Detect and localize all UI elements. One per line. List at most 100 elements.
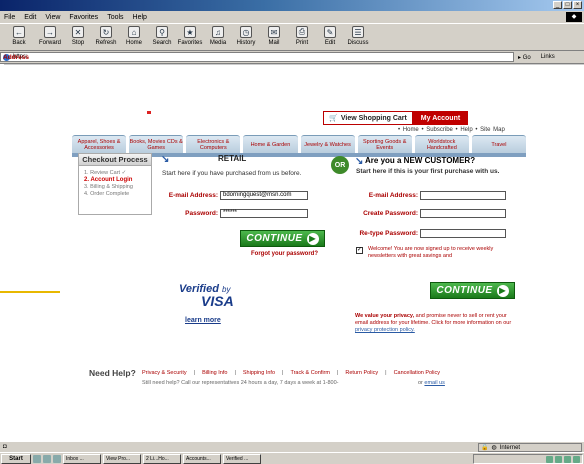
- menu-tools[interactable]: Tools: [107, 14, 123, 21]
- view-cart-button[interactable]: 🛒 View Shopping Cart: [323, 111, 413, 125]
- window-controls: _ □ ×: [553, 1, 582, 9]
- login-email-label: E-mail Address:: [168, 192, 218, 199]
- register-email-input[interactable]: [420, 191, 506, 200]
- favorites-button[interactable]: ★ Favorites: [176, 24, 204, 51]
- login-continue-button[interactable]: CONTINUE ▶: [240, 230, 325, 247]
- media-button[interactable]: ♫ Media: [204, 24, 232, 51]
- nav-tab-sporting[interactable]: Sporting Goods & Events: [357, 135, 412, 153]
- history-icon: ◷: [240, 26, 252, 38]
- checkout-process-title: Checkout Process: [79, 154, 151, 166]
- email-us-link[interactable]: email us: [424, 380, 444, 386]
- mail-button[interactable]: ✉ Mail: [260, 24, 288, 51]
- home-icon: ⌂: [128, 26, 140, 38]
- history-button[interactable]: ◷ History: [232, 24, 260, 51]
- step-review-cart[interactable]: 1. Review Cart ✓: [79, 170, 151, 177]
- page-divider: [4, 64, 584, 65]
- taskbar-item[interactable]: View Pro...: [103, 453, 141, 464]
- star-icon: ★: [184, 26, 196, 38]
- menu-view[interactable]: View: [45, 14, 60, 21]
- quicklaunch-icon[interactable]: [33, 454, 41, 463]
- learn-more-link[interactable]: learn more: [185, 317, 221, 324]
- minimize-button[interactable]: _: [553, 1, 562, 9]
- close-button[interactable]: ×: [573, 1, 582, 9]
- my-account-button[interactable]: My Account: [413, 111, 468, 125]
- step-account-login: 2. Account Login: [84, 177, 133, 183]
- menu-help[interactable]: Help: [133, 14, 147, 21]
- forgot-password-link[interactable]: Forgot your password?: [251, 251, 318, 257]
- taskbar-item[interactable]: Verified ...: [223, 453, 261, 464]
- or-badge: OR: [331, 156, 349, 174]
- quicklaunch-icon[interactable]: [43, 454, 51, 463]
- top-links[interactable]: • Home • Subscribe • Help • Site Map: [398, 127, 505, 133]
- print-button[interactable]: ⎙ Print: [288, 24, 316, 51]
- media-icon: ♫: [212, 26, 224, 38]
- status-bar: ◘ 🔒 ◍ Internet: [0, 441, 584, 452]
- back-button[interactable]: ← Back: [2, 24, 36, 51]
- tray-icon[interactable]: [564, 455, 571, 463]
- address-input[interactable]: https:: [0, 52, 514, 62]
- menu-file[interactable]: File: [4, 14, 15, 21]
- tray-icon[interactable]: [555, 455, 562, 463]
- footer-link-billing[interactable]: Billing Info: [202, 370, 227, 376]
- nav-tab-worldstock[interactable]: Worldstock Handcrafted: [414, 135, 469, 153]
- returning-chevron-icon: ↘: [161, 154, 170, 165]
- site-logo[interactable]: [147, 111, 151, 114]
- taskbar: Start Inbox ... View Pro... 2 Li...Ho...…: [0, 452, 584, 464]
- footer-link-return[interactable]: Return Policy: [345, 370, 378, 376]
- menu-favorites[interactable]: Favorites: [69, 14, 98, 21]
- step-order-complete: 4. Order Complete: [84, 191, 130, 197]
- ie-logo-icon: ◆: [566, 12, 582, 22]
- refresh-icon: ↻: [100, 26, 112, 38]
- nav-tab-home-garden[interactable]: Home & Garden: [243, 135, 298, 153]
- retype-password-input[interactable]: [420, 229, 506, 238]
- quicklaunch-icon[interactable]: [53, 454, 61, 463]
- edit-button[interactable]: ✎ Edit: [316, 24, 344, 51]
- browser-toolbar: ← Back → Forward ✕ Stop ↻ Refresh ⌂ Home ⚲ Sea…: [0, 23, 584, 51]
- home-button[interactable]: ⌂ Home: [120, 24, 148, 51]
- discuss-button[interactable]: ☰ Discuss: [344, 24, 372, 51]
- new-customer-subheading: Start here if this is your first purchas…: [356, 168, 500, 175]
- nav-tab-apparel[interactable]: Apparel, Shoes & Accessories: [72, 135, 127, 153]
- maximize-button[interactable]: □: [563, 1, 572, 9]
- create-password-input[interactable]: [420, 209, 506, 218]
- footer-link-privacy[interactable]: Privacy & Security: [142, 370, 187, 376]
- discuss-icon: ☰: [352, 26, 364, 38]
- newsletter-checkbox[interactable]: ✓: [356, 247, 363, 254]
- footer-link-cancellation[interactable]: Cancellation Policy: [394, 370, 440, 376]
- retype-password-label: Re-type Password:: [359, 230, 418, 237]
- address-bar: Address https: ▸ Go Links: [0, 51, 584, 64]
- register-continue-button[interactable]: CONTINUE ▶: [430, 282, 515, 299]
- search-icon: ⚲: [156, 26, 168, 38]
- nav-tab-books[interactable]: Books, Movies CDs & Games: [129, 135, 184, 153]
- menu-edit[interactable]: Edit: [24, 14, 36, 21]
- arrow-right-icon: ▶: [496, 284, 509, 297]
- tray-icon[interactable]: [546, 455, 553, 463]
- nav-tab-electronics[interactable]: Electronics & Computers: [186, 135, 241, 153]
- footer-link-shipping[interactable]: Shipping Info: [243, 370, 275, 376]
- search-button[interactable]: ⚲ Search: [148, 24, 176, 51]
- footer-links: Privacy & Security | Billing Info | Shippi…: [142, 370, 441, 376]
- login-password-input[interactable]: ******: [220, 209, 308, 218]
- tray-icon[interactable]: [573, 455, 580, 463]
- page-status-icon: ◘: [3, 444, 7, 450]
- privacy-policy-link[interactable]: privacy protection policy.: [355, 327, 415, 333]
- stop-button[interactable]: ✕ Stop: [64, 24, 92, 51]
- nav-tab-travel[interactable]: Travel: [471, 135, 526, 153]
- links-button[interactable]: Links: [541, 54, 555, 60]
- taskbar-item[interactable]: 2 Li...Ho...: [143, 453, 181, 464]
- taskbar-item[interactable]: Accounts...: [183, 453, 221, 464]
- go-button[interactable]: ▸ Go: [518, 54, 531, 61]
- nav-tab-jewelry[interactable]: Jewelry & Watches: [300, 135, 355, 153]
- start-button[interactable]: Start: [1, 453, 31, 464]
- address-label: Address: [3, 53, 30, 61]
- mail-icon: ✉: [268, 26, 280, 38]
- login-email-input[interactable]: bdorningquest@msn.com: [220, 191, 308, 200]
- footer-link-track[interactable]: Track & Confirm: [290, 370, 330, 376]
- cart-icon: 🛒: [329, 115, 338, 122]
- forward-button[interactable]: → Forward: [36, 24, 64, 51]
- register-email-label: E-mail Address:: [368, 192, 418, 199]
- taskbar-item[interactable]: Inbox ...: [63, 453, 101, 464]
- need-help-heading: Need Help?: [89, 368, 136, 378]
- lock-icon: 🔒: [481, 445, 489, 451]
- refresh-button[interactable]: ↻ Refresh: [92, 24, 120, 51]
